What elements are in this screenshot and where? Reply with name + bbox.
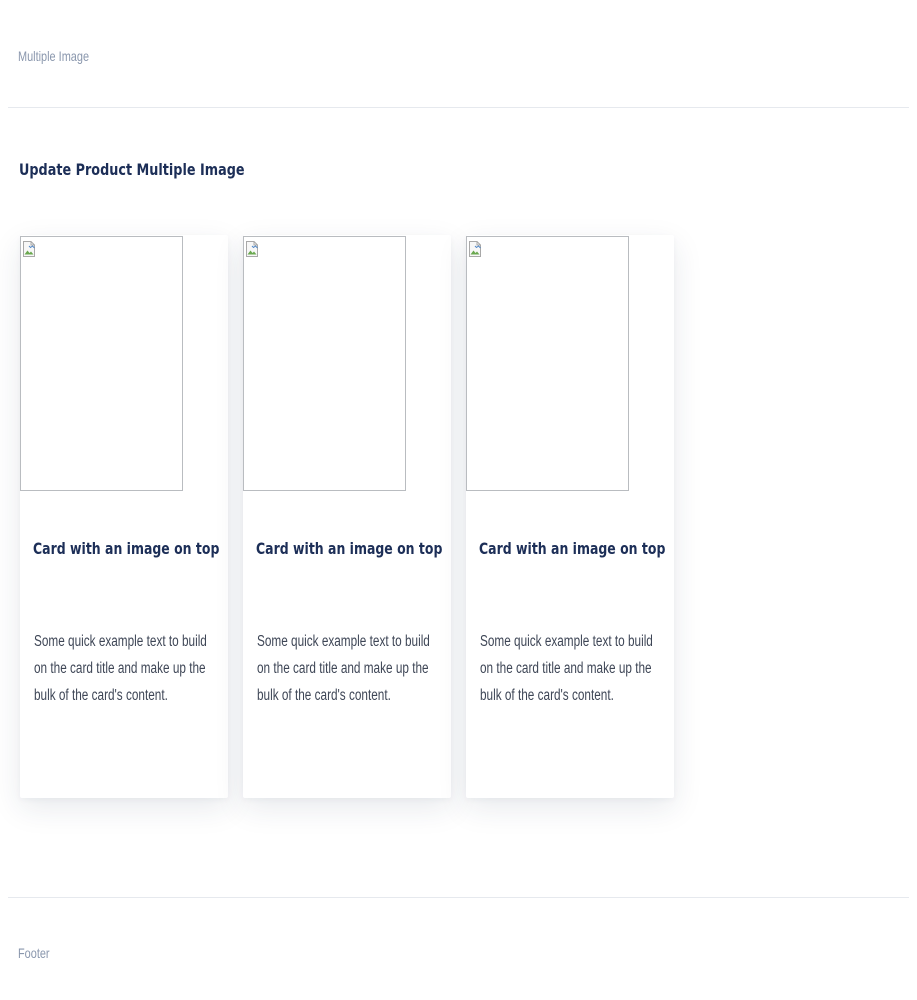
page-header: Multiple Image	[8, 0, 909, 108]
card-title: Card with an image on top	[479, 539, 666, 558]
card-grid: Card with an image on top Some quick exa…	[20, 235, 700, 798]
card-text: Some quick example text to build on the …	[34, 633, 207, 704]
section-title: Update Product Multiple Image	[19, 160, 245, 179]
card-text: Some quick example text to build on the …	[257, 633, 430, 704]
product-image-card: Card with an image on top Some quick exa…	[466, 235, 674, 798]
product-image-card: Card with an image on top Some quick exa…	[20, 235, 228, 798]
card-text: Some quick example text to build on the …	[480, 633, 653, 704]
card-title: Card with an image on top	[33, 539, 220, 558]
card-title: Card with an image on top	[256, 539, 443, 558]
broken-image-icon	[469, 241, 481, 257]
page: Multiple Image Update Product Multiple I…	[8, 0, 909, 1000]
header-title: Multiple Image	[18, 48, 90, 64]
card-image[interactable]	[243, 236, 406, 491]
page-footer: Footer	[8, 897, 909, 1000]
footer-text: Footer	[18, 945, 50, 961]
broken-image-icon	[23, 241, 35, 257]
card-image[interactable]	[20, 236, 183, 491]
card-image[interactable]	[466, 236, 629, 491]
broken-image-icon	[246, 241, 258, 257]
product-image-card: Card with an image on top Some quick exa…	[243, 235, 451, 798]
